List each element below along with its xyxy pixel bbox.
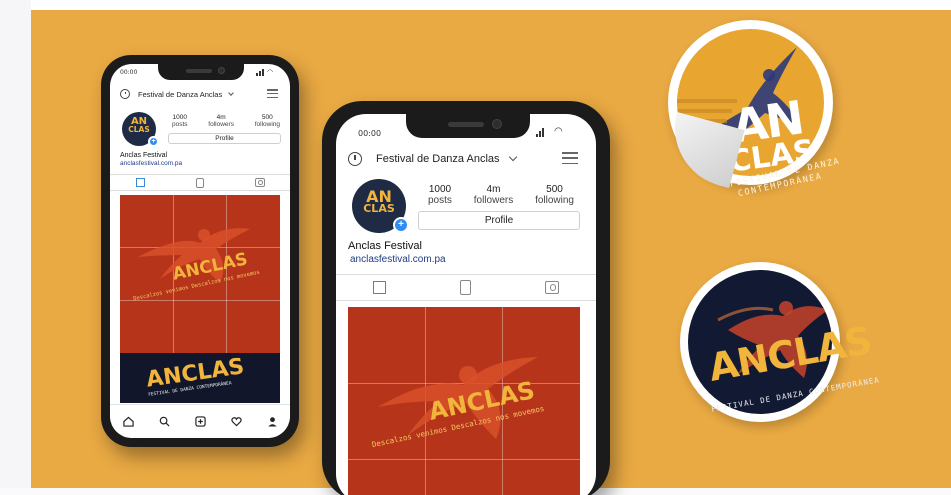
account-title[interactable]: Festival de Danza Anclas (376, 153, 500, 165)
profile-stats: 1000 posts 4m followers 500 following (172, 114, 280, 128)
profile-tab-bar (110, 174, 290, 191)
account-title[interactable]: Festival de Danza Anclas (138, 90, 222, 99)
add-story-button[interactable]: + (148, 136, 159, 147)
profile-tab-bar (336, 274, 596, 301)
grid-view-icon[interactable] (135, 178, 145, 187)
stat-posts[interactable]: 1000 posts (428, 184, 452, 206)
menu-icon[interactable] (562, 152, 578, 164)
avatar-logo-bottom: CLAS (363, 201, 395, 215)
home-icon[interactable] (122, 416, 134, 427)
phone-notch (406, 114, 530, 138)
bottom-nav (110, 404, 290, 438)
profile-button[interactable]: Profile (418, 211, 580, 230)
website-link[interactable]: anclasfestival.com.pa (350, 254, 446, 265)
add-story-button[interactable]: + (393, 217, 409, 233)
profile-icon[interactable] (267, 416, 278, 427)
menu-icon[interactable] (267, 89, 278, 98)
wifi-icon: ◠ (554, 126, 563, 137)
left-margin (0, 0, 31, 495)
grid-view-icon[interactable] (373, 281, 386, 294)
history-icon[interactable] (120, 89, 130, 99)
post-image-2[interactable]: ANCLAS FESTIVAL DE DANZA CONTEMPORÁNEA (120, 353, 280, 403)
chevron-down-icon[interactable] (508, 152, 517, 162)
stat-posts[interactable]: 1000 posts (172, 114, 188, 128)
post-image[interactable]: ANCLAS Descalzos venimos Descalzos nos m… (348, 307, 580, 495)
post-image[interactable]: ANCLAS Descalzos venimos Descalzos nos m… (120, 195, 280, 353)
stat-following[interactable]: 500 following (535, 184, 574, 206)
tagged-icon[interactable] (254, 178, 265, 187)
igtv-icon[interactable] (460, 280, 471, 295)
status-time: 00:00 (358, 129, 382, 138)
display-name: Anclas Festival (120, 152, 168, 159)
display-name: Anclas Festival (348, 240, 422, 252)
phone-mockup-center: 00:00 ◠ Festival de Danza Anclas AN CLAS… (322, 101, 610, 495)
stat-following[interactable]: 500 following (255, 114, 280, 128)
wifi-icon: ◠ (267, 69, 274, 76)
phone-screen: 00:00 ◠ Festival de Danza Anclas AN CLAS… (110, 64, 290, 438)
sticker-orange: AN CLAS (661, 20, 833, 189)
heart-icon[interactable] (230, 416, 242, 427)
website-link[interactable]: anclasfestival.com.pa (120, 160, 182, 167)
tagged-icon[interactable] (545, 281, 559, 294)
add-post-icon[interactable] (194, 416, 206, 427)
phone-mockup-left: 00:00 ◠ Festival de Danza Anclas AN CLAS… (101, 55, 299, 447)
chevron-down-icon[interactable] (228, 89, 235, 96)
signal-icon (256, 69, 264, 76)
profile-stats: 1000 posts 4m followers 500 following (428, 184, 574, 206)
phone-notch (158, 64, 244, 80)
avatar-logo-bottom: CLAS (128, 124, 150, 134)
stat-followers[interactable]: 4m followers (208, 114, 234, 128)
phone-screen: 00:00 ◠ Festival de Danza Anclas AN CLAS… (336, 114, 596, 495)
status-time: 00:00 (120, 69, 138, 76)
stat-followers[interactable]: 4m followers (474, 184, 513, 206)
search-icon[interactable] (159, 416, 170, 427)
profile-button[interactable]: Profile (168, 133, 281, 144)
signal-icon (536, 128, 544, 137)
history-icon[interactable] (348, 152, 362, 166)
igtv-icon[interactable] (195, 177, 204, 188)
